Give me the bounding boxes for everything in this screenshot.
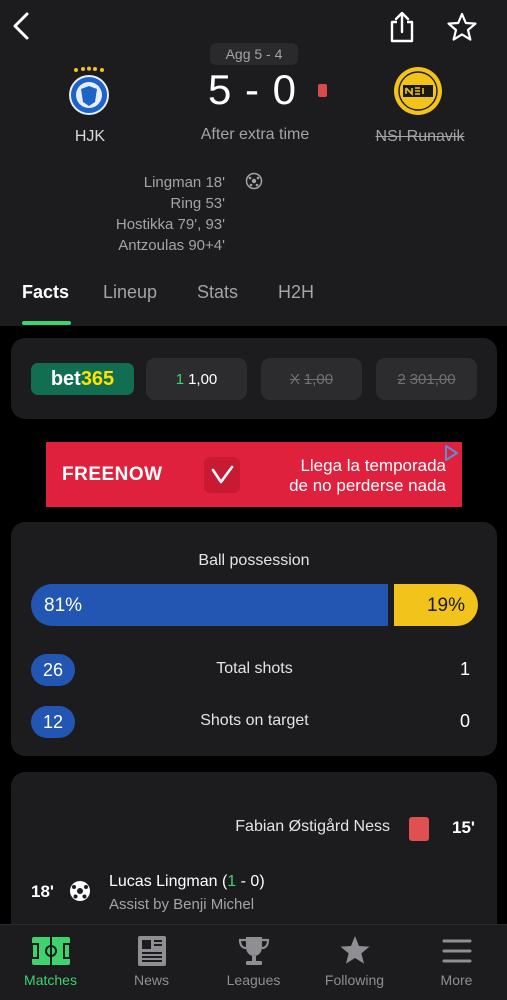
- match-tabs: Facts Lineup Stats H2H: [0, 280, 507, 326]
- ad-brand: FREENOW: [62, 464, 163, 485]
- newspaper-icon: [137, 936, 166, 966]
- pitch-icon: [30, 937, 71, 965]
- possession-title: Ball possession: [198, 552, 310, 569]
- football-icon: [70, 881, 90, 901]
- hjk-crest-icon[interactable]: [67, 66, 111, 116]
- ad-line-1: Llega la temporada: [300, 456, 446, 475]
- nav-label: Following: [324, 972, 385, 988]
- nav-label: More: [440, 972, 473, 988]
- away-team-name[interactable]: NSI Runavik: [365, 128, 475, 146]
- odds-away-label: 2: [397, 370, 406, 388]
- possession-home-fill: [31, 584, 388, 626]
- stat-row-shots-on-target: 12 Shots on target 0: [31, 706, 478, 738]
- aggregate-badge: Agg 5 - 4: [210, 43, 298, 65]
- nav-news[interactable]: News: [101, 925, 202, 1000]
- goal-scorers-list: Lingman 18' Ring 53' Hostikka 79', 93' A…: [116, 172, 225, 256]
- goal-score-rest: - 0): [236, 873, 265, 890]
- trophy-icon: [238, 937, 269, 965]
- event-minute: 18': [31, 882, 54, 901]
- tab-h2h[interactable]: H2H: [278, 282, 314, 303]
- scorer-line: Ring 53': [170, 195, 225, 212]
- stat-label: Shots on target: [200, 712, 309, 729]
- odds-away-button[interactable]: 2 301,00: [376, 358, 477, 400]
- scorer-line: Lingman 18': [143, 174, 225, 191]
- goal-assist[interactable]: Assist by Benji Michel: [109, 896, 254, 913]
- nav-leagues[interactable]: Leagues: [203, 925, 304, 1000]
- possession-away-value: 19%: [426, 595, 465, 616]
- match-header: Agg 5 - 4 HJK 5 - 0 After extra time NSI…: [0, 0, 507, 326]
- event-minute: 15': [452, 818, 475, 837]
- odds-draw-value: 1,00: [303, 370, 334, 388]
- bet365-logo-number: 365: [80, 367, 115, 390]
- odds-home-value: 1,00: [188, 370, 218, 388]
- share-icon: [390, 11, 414, 43]
- ad-copy: Llega la temporada de no perderse nada: [256, 456, 446, 496]
- match-score: 5 - 0: [207, 66, 298, 113]
- bet365-logo-text: bet: [50, 367, 81, 390]
- follow-star-button[interactable]: [444, 8, 480, 46]
- red-card-icon: [318, 84, 327, 97]
- nsi-crest-icon[interactable]: [393, 66, 443, 116]
- match-status: After extra time: [200, 126, 310, 143]
- goal-scorer-name: Lucas Lingman: [109, 873, 218, 890]
- possession-home-value: 81%: [44, 595, 83, 616]
- tab-facts[interactable]: Facts: [22, 282, 69, 303]
- nav-label: Matches: [24, 972, 77, 988]
- tab-lineup[interactable]: Lineup: [103, 282, 157, 303]
- ad-choices-icon[interactable]: [442, 444, 460, 462]
- bet365-logo[interactable]: bet 365: [31, 363, 134, 395]
- odds-draw-button[interactable]: X 1,00: [261, 358, 362, 400]
- football-icon: [245, 172, 263, 190]
- scorer-line: Hostikka 79', 93': [115, 216, 225, 233]
- home-team-name[interactable]: HJK: [40, 128, 140, 146]
- possession-bar: 81% 19%: [31, 584, 478, 626]
- star-icon: [340, 936, 369, 964]
- event-player-name[interactable]: Fabian Østigård Ness: [235, 818, 390, 836]
- odds-home-label: 1: [175, 370, 185, 388]
- odds-card: bet 365 1 1,00 X 1,00 2 301,00: [11, 338, 497, 419]
- nav-label: News: [133, 972, 169, 988]
- star-outline-icon: [447, 12, 477, 41]
- bottom-navigation: Matches News Leagues Following More: [0, 924, 507, 1000]
- advertisement-banner[interactable]: FREENOW Llega la temporada de no perders…: [46, 442, 462, 507]
- nav-following[interactable]: Following: [304, 925, 405, 1000]
- ad-line-2: de no perderse nada: [289, 476, 446, 495]
- tab-stats[interactable]: Stats: [197, 282, 238, 303]
- goal-score-home: 1: [227, 873, 237, 890]
- back-button[interactable]: [8, 8, 34, 44]
- share-button[interactable]: [386, 8, 418, 46]
- red-card-icon: [409, 817, 429, 841]
- odds-draw-label: X: [289, 370, 300, 388]
- odds-away-value: 301,00: [409, 370, 456, 388]
- nav-matches[interactable]: Matches: [0, 925, 101, 1000]
- odds-home-button[interactable]: 1 1,00: [146, 358, 247, 400]
- stat-row-total-shots: 26 Total shots 1: [31, 654, 478, 686]
- top-stats-card[interactable]: Ball possession 81% 19% 26 Total shots 1…: [11, 522, 497, 756]
- menu-icon: [442, 939, 471, 963]
- stat-away-value: 1: [459, 659, 470, 679]
- chevron-left-icon: [13, 12, 29, 40]
- active-tab-indicator: [22, 321, 71, 325]
- stat-label: Total shots: [216, 660, 293, 677]
- goal-scorer[interactable]: Lucas Lingman (1 - 0): [109, 873, 265, 891]
- freenow-logo-icon: [204, 457, 240, 493]
- nav-label: Leagues: [226, 972, 281, 988]
- scorer-line: Antzoulas 90+4': [118, 237, 225, 254]
- nav-more[interactable]: More: [406, 925, 507, 1000]
- stat-away-value: 0: [459, 711, 470, 731]
